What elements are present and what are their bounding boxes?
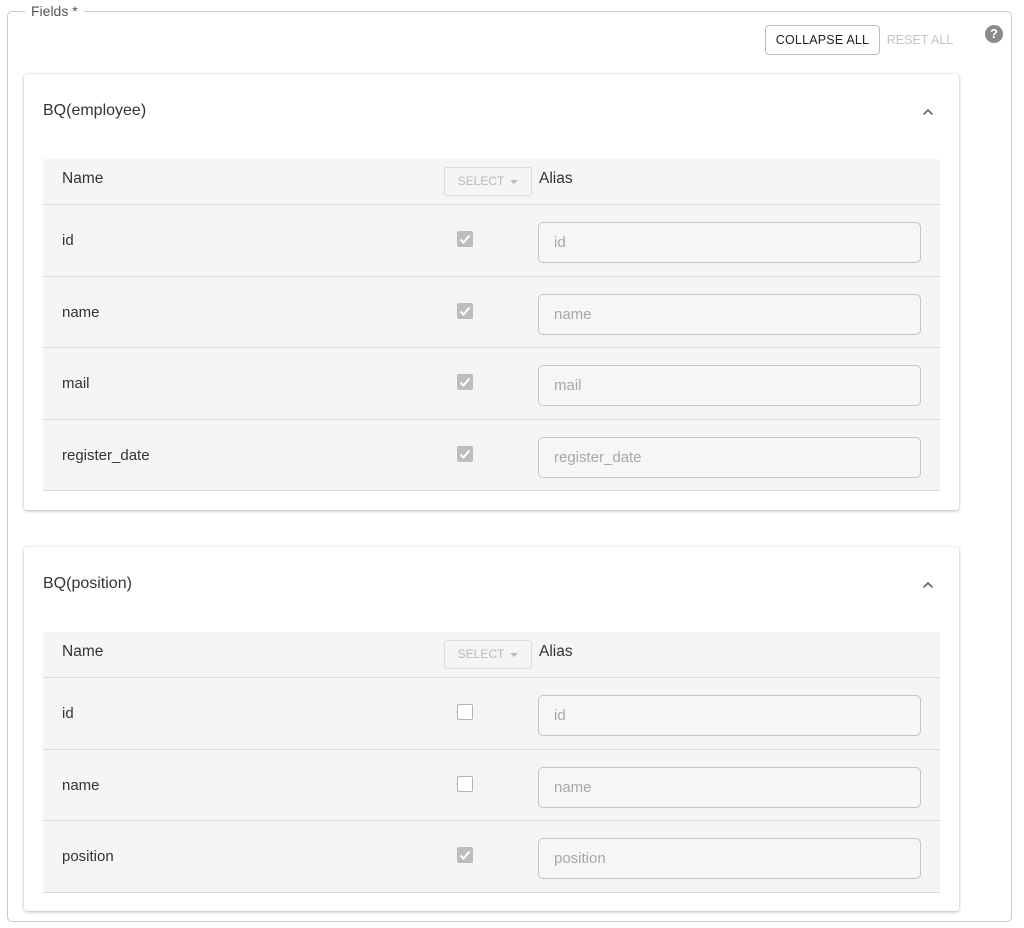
field-name: name xyxy=(62,776,100,794)
select-label: SELECT xyxy=(457,174,505,188)
field-name: mail xyxy=(62,375,90,392)
field-name: register_date xyxy=(62,446,150,464)
help-icon[interactable]: ? xyxy=(985,25,1003,43)
check-icon xyxy=(459,377,471,387)
alias-input[interactable] xyxy=(538,838,921,879)
reset-all-button[interactable]: RESET ALL xyxy=(882,25,958,55)
field-name: id xyxy=(62,232,74,249)
field-name: position xyxy=(62,848,114,865)
table-row: position xyxy=(43,821,940,893)
alias-input[interactable] xyxy=(538,222,921,263)
field-checkbox[interactable] xyxy=(457,847,473,863)
section-card-position: BQ(position) Name SELECT Alias id name p… xyxy=(24,547,959,911)
column-header-alias: Alias xyxy=(539,170,573,187)
field-name: name xyxy=(62,303,100,321)
table-row: id xyxy=(43,678,940,750)
chevron-up-icon[interactable] xyxy=(922,579,934,591)
column-header-alias: Alias xyxy=(539,643,573,660)
check-icon xyxy=(459,234,471,244)
field-checkbox[interactable] xyxy=(457,374,473,390)
field-name: id xyxy=(62,705,74,722)
section-card-employee: BQ(employee) Name SELECT Alias id name m… xyxy=(24,74,959,510)
check-icon xyxy=(459,449,471,459)
fields-table: Name SELECT Alias id name position xyxy=(43,632,940,893)
table-row: name xyxy=(43,749,940,821)
select-dropdown-button[interactable]: SELECT xyxy=(444,640,532,669)
table-row: id xyxy=(43,205,940,277)
alias-input[interactable] xyxy=(538,436,921,478)
select-label: SELECT xyxy=(457,647,505,661)
table-row: register_date xyxy=(43,419,940,491)
table-header: Name SELECT Alias xyxy=(43,159,940,205)
select-dropdown-button[interactable]: SELECT xyxy=(444,167,532,196)
fields-legend: Fields * xyxy=(25,2,84,20)
caret-down-icon xyxy=(510,652,519,657)
field-checkbox[interactable] xyxy=(457,775,473,792)
alias-input[interactable] xyxy=(538,766,921,808)
caret-down-icon xyxy=(510,179,519,184)
table-header: Name SELECT Alias xyxy=(43,632,940,678)
chevron-up-icon[interactable] xyxy=(922,106,934,118)
field-checkbox[interactable] xyxy=(457,231,473,247)
collapse-all-button[interactable]: COLLAPSE ALL xyxy=(765,25,880,55)
section-title: BQ(position) xyxy=(43,575,132,592)
column-header-name: Name xyxy=(62,170,104,187)
field-checkbox[interactable] xyxy=(457,302,473,319)
field-checkbox[interactable] xyxy=(457,445,473,462)
section-title: BQ(employee) xyxy=(43,102,147,119)
alias-input[interactable] xyxy=(538,695,921,736)
alias-input[interactable] xyxy=(538,365,921,406)
check-icon xyxy=(459,306,471,316)
alias-input[interactable] xyxy=(538,293,921,335)
table-row: name xyxy=(43,276,940,348)
column-header-name: Name xyxy=(62,643,104,660)
check-icon xyxy=(459,850,471,860)
field-checkbox[interactable] xyxy=(457,704,473,720)
fields-table: Name SELECT Alias id name mail register_… xyxy=(43,159,940,491)
table-row: mail xyxy=(43,348,940,420)
